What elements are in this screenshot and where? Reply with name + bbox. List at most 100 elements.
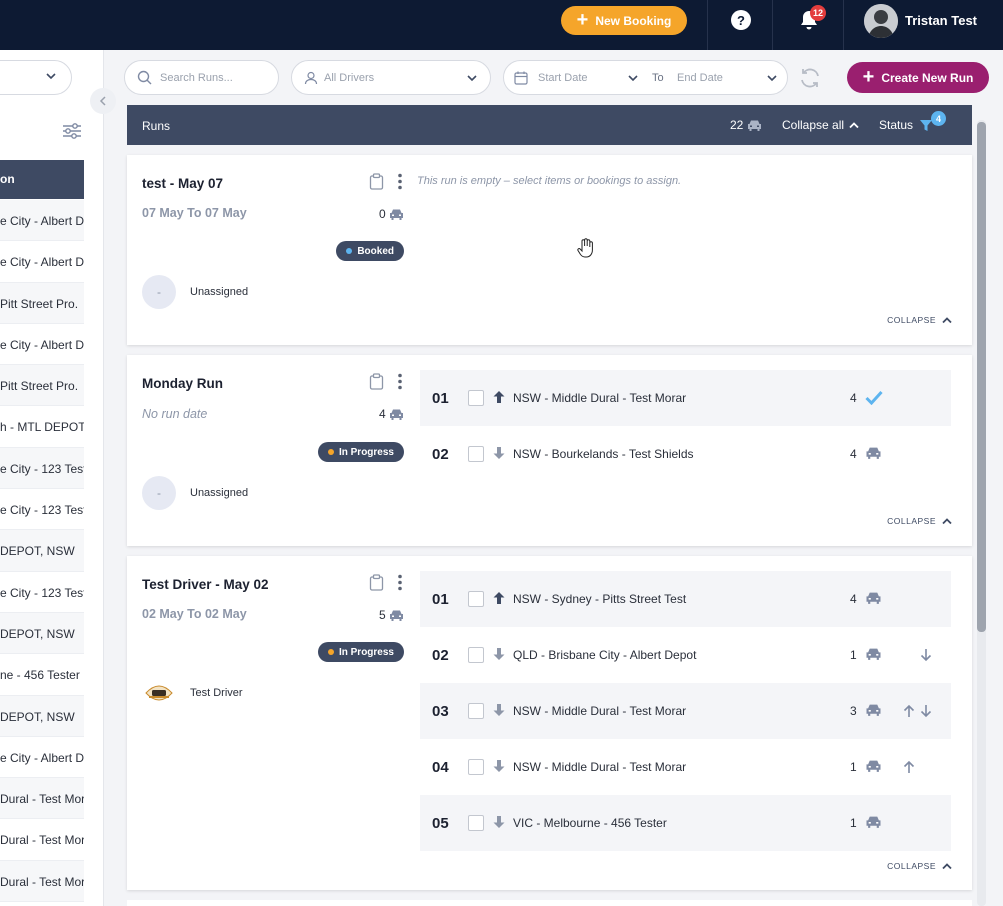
sidebar-select[interactable] <box>0 60 72 95</box>
list-item[interactable]: Pitt Street Pro. <box>0 365 84 407</box>
table-row[interactable]: 02 QLD - Brisbane City - Albert Depot 1 <box>420 627 951 683</box>
sliders-icon[interactable] <box>62 122 82 140</box>
clipboard-icon[interactable] <box>369 373 384 390</box>
status-label: Status <box>879 118 914 132</box>
search-runs-input[interactable]: Search Runs... <box>124 60 279 95</box>
stop-checkbox[interactable] <box>468 591 484 607</box>
user-avatar-icon <box>864 4 898 38</box>
collapse-button[interactable]: COLLAPSE <box>887 315 952 325</box>
run-count-value: 5 <box>379 608 386 622</box>
stop-number: 04 <box>432 758 449 776</box>
list-item[interactable]: h - MTL DEPOT <box>0 406 84 448</box>
sidebar-list: e City - Albert D e City - Albert D Pitt… <box>0 200 84 903</box>
help-icon[interactable]: ? <box>731 10 751 30</box>
list-item[interactable]: ne - 456 Tester <box>0 654 84 696</box>
more-options-icon[interactable] <box>397 574 403 591</box>
list-item[interactable]: e City - 123 Test <box>0 447 84 490</box>
list-item[interactable]: e City - Albert D <box>0 241 84 283</box>
runs-scrollbar[interactable] <box>977 120 986 906</box>
clipboard-icon[interactable] <box>369 173 384 190</box>
move-up-icon[interactable] <box>903 704 915 718</box>
stop-checkbox[interactable] <box>468 446 484 462</box>
arrow-down-icon <box>493 648 505 660</box>
stop-checkbox[interactable] <box>468 703 484 719</box>
list-item[interactable]: e City - 123 Test <box>0 571 84 613</box>
clipboard-icon[interactable] <box>369 574 384 591</box>
status-badge[interactable]: In Progress <box>317 642 404 662</box>
run-date: 02 May To 02 May <box>142 607 247 621</box>
run-title[interactable]: Test Driver - May 02 <box>142 577 269 592</box>
run-stops: 01 NSW - Sydney - Pitts Street Test 4 02… <box>420 571 951 851</box>
table-row[interactable]: 01 NSW - Sydney - Pitts Street Test 4 <box>420 571 951 627</box>
drivers-select[interactable]: All Drivers <box>291 60 491 95</box>
stop-checkbox[interactable] <box>468 815 484 831</box>
list-item[interactable]: e City - 123 Test <box>0 489 84 531</box>
status-badge[interactable]: Booked <box>336 241 404 261</box>
stop-checkbox[interactable] <box>468 390 484 406</box>
list-item[interactable]: Dural - Test Mora <box>0 819 84 861</box>
collapse-button[interactable]: COLLAPSE <box>887 861 952 871</box>
end-date-field[interactable]: End Date <box>677 72 723 84</box>
scroll-thumb[interactable] <box>977 122 986 632</box>
status-filter-button[interactable]: Status <box>879 118 933 132</box>
refresh-icon[interactable] <box>798 66 822 90</box>
list-item[interactable]: e City - Albert D <box>0 736 84 779</box>
driver-avatar[interactable]: - <box>142 476 176 510</box>
list-item[interactable]: Pitt Street Pro. <box>0 282 84 324</box>
run-title[interactable]: test - May 07 <box>142 176 223 191</box>
list-item[interactable]: DEPOT, NSW <box>0 612 84 655</box>
sidebar-collapse-handle[interactable] <box>90 88 116 114</box>
new-booking-button[interactable]: + New Booking <box>561 6 687 35</box>
status-badge[interactable]: In Progress <box>317 442 404 462</box>
collapse-button[interactable]: COLLAPSE <box>887 516 952 526</box>
collapse-all-button[interactable]: Collapse all <box>782 118 859 132</box>
status-dot <box>346 248 353 254</box>
driver-name[interactable]: Unassigned <box>190 487 248 499</box>
start-date-field[interactable]: Start Date <box>538 72 588 84</box>
chevron-down-icon <box>628 75 638 82</box>
run-item-count: 0 <box>379 207 404 221</box>
move-up-icon[interactable] <box>903 760 915 774</box>
list-item[interactable]: DEPOT, NSW <box>0 530 84 572</box>
table-row[interactable]: 04 NSW - Middle Dural - Test Morar 1 <box>420 739 951 795</box>
table-row[interactable]: 02 NSW - Bourkelands - Test Shields 4 <box>420 426 951 482</box>
table-row[interactable]: 05 VIC - Melbourne - 456 Tester 1 <box>420 795 951 851</box>
list-item[interactable]: DEPOT, NSW <box>0 695 84 737</box>
more-options-icon[interactable] <box>397 373 403 390</box>
status-dot <box>327 649 334 655</box>
list-item[interactable]: e City - Albert D <box>0 323 84 366</box>
list-item[interactable]: Dural - Test Mora <box>0 778 84 820</box>
stop-checkbox[interactable] <box>468 647 484 663</box>
driver-name[interactable]: Test Driver <box>190 687 243 699</box>
table-row[interactable]: 01 NSW - Middle Dural - Test Morar 4 <box>420 370 951 426</box>
car-icon <box>866 592 881 604</box>
car-icon <box>866 760 881 772</box>
stop-number: 01 <box>432 389 449 407</box>
list-item[interactable]: Dural - Test Mora <box>0 860 84 903</box>
list-item[interactable]: e City - Albert D <box>0 200 84 242</box>
driver-avatar[interactable]: - <box>142 275 176 309</box>
car-icon <box>866 704 881 716</box>
collapse-all-label: Collapse all <box>782 118 845 132</box>
avatar[interactable] <box>864 4 898 38</box>
table-row[interactable]: 03 NSW - Middle Dural - Test Morar 3 <box>420 683 951 739</box>
more-options-icon[interactable] <box>397 173 403 190</box>
date-range-filter[interactable]: Start Date To End Date <box>503 60 788 95</box>
plus-icon: + <box>862 65 875 88</box>
stop-quantity: 1 <box>850 648 857 662</box>
create-new-run-button[interactable]: + Create New Run <box>847 62 989 93</box>
driver-logo-icon[interactable] <box>144 681 174 705</box>
car-icon <box>389 409 403 420</box>
user-name[interactable]: Tristan Test <box>905 13 977 28</box>
collapse-label: COLLAPSE <box>887 516 936 526</box>
run-title[interactable]: Monday Run <box>142 376 223 391</box>
move-down-icon[interactable] <box>920 704 932 718</box>
stop-address: NSW - Middle Dural - Test Morar <box>513 760 687 774</box>
car-icon <box>866 816 881 828</box>
driver-name[interactable]: Unassigned <box>190 286 248 298</box>
car-icon <box>748 120 762 131</box>
stop-address: NSW - Middle Dural - Test Morar <box>513 391 687 405</box>
stop-checkbox[interactable] <box>468 759 484 775</box>
collapse-label: COLLAPSE <box>887 315 936 325</box>
move-down-icon[interactable] <box>920 648 932 662</box>
